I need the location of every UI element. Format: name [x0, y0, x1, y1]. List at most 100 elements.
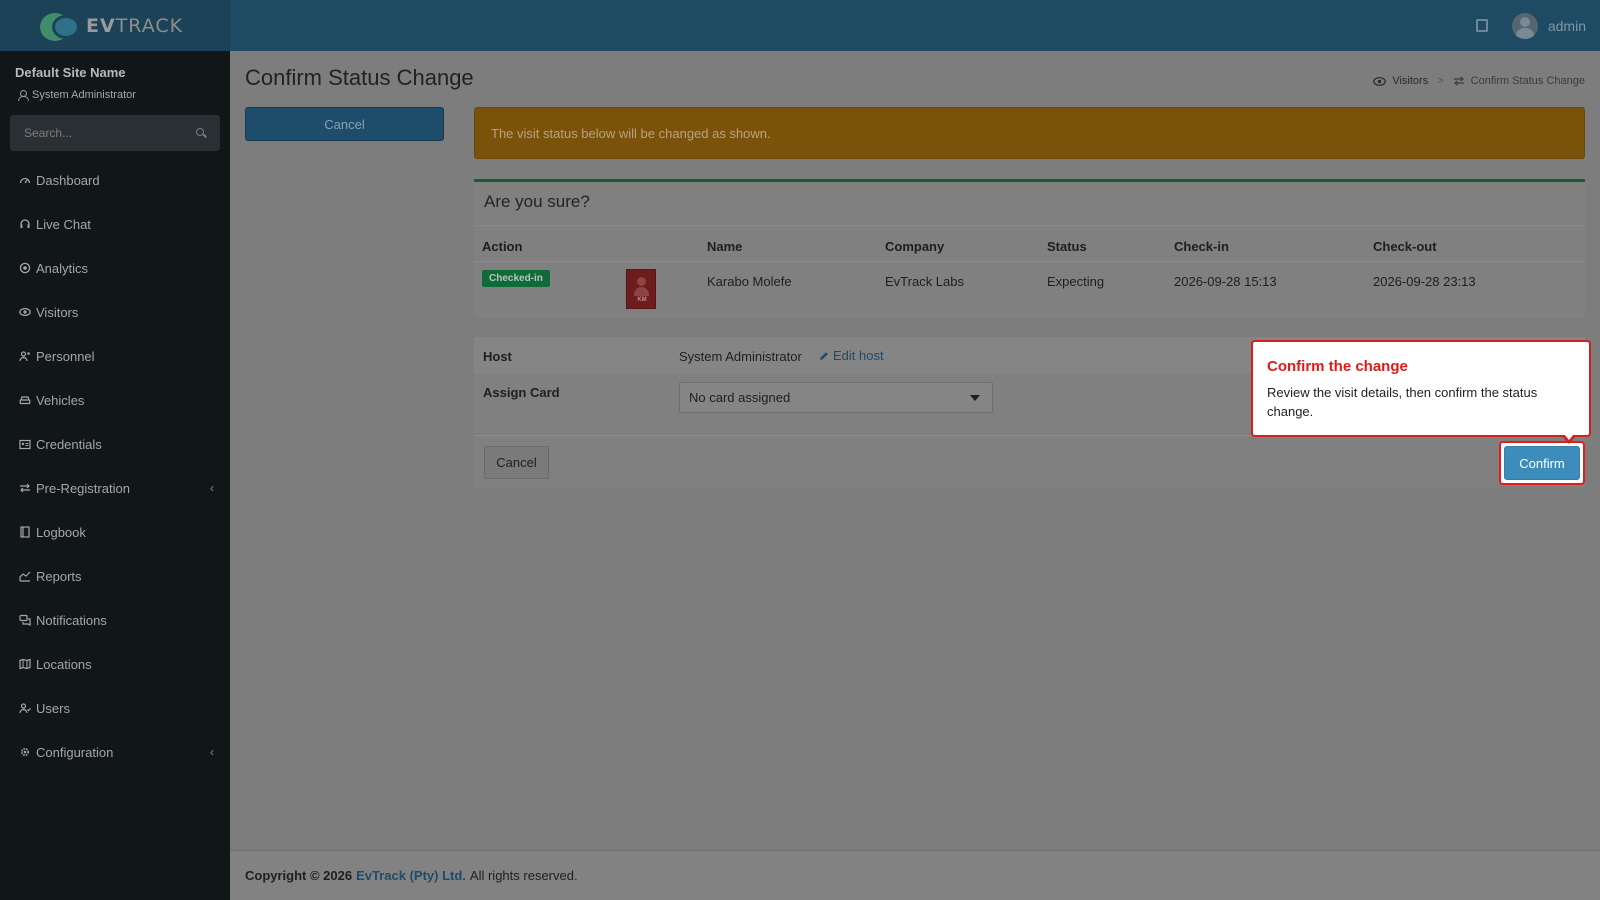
- site-name: Default Site Name: [15, 65, 126, 80]
- book-icon: [19, 526, 31, 538]
- breadcrumb-current: Confirm Status Change: [1470, 75, 1585, 87]
- confirm-highlight: Confirm: [1499, 441, 1585, 485]
- column-header-action: Action: [482, 239, 523, 254]
- sidebar-item-label: Notifications: [36, 612, 107, 628]
- column-header-status: Status: [1047, 239, 1087, 254]
- eye-icon: [19, 306, 31, 318]
- search-input[interactable]: [24, 126, 174, 140]
- breadcrumb-visitors-link[interactable]: Visitors: [1392, 75, 1428, 87]
- personnel-icon: [19, 350, 31, 362]
- check-in-time: 2026-09-28 15:13: [1174, 274, 1277, 289]
- sidebar-item-label: Visitors: [36, 304, 79, 320]
- visitor-photo: KM: [626, 269, 656, 309]
- tooltip-body: Review the visit details, then confirm t…: [1267, 385, 1538, 419]
- cancel-button-top[interactable]: Cancel: [245, 107, 444, 141]
- book-icon[interactable]: [1475, 19, 1488, 32]
- check-out-time: 2026-09-28 23:13: [1373, 274, 1476, 289]
- sidebar-item-configuration[interactable]: Configuration ‹: [0, 730, 230, 774]
- column-header-name: Name: [707, 239, 743, 254]
- user-role: System Administrator: [18, 89, 136, 101]
- sidebar-item-analytics[interactable]: Analytics: [0, 246, 230, 290]
- visitor-name: Karabo Molefe: [707, 274, 792, 289]
- sidebar-item-label: Users: [36, 700, 70, 716]
- sidebar-item-label: Logbook: [36, 524, 86, 540]
- host-value: System Administrator: [679, 349, 802, 364]
- warning-alert: The visit status below will be changed a…: [474, 107, 1585, 159]
- comments-icon: [19, 614, 31, 626]
- breadcrumb: Visitors > Confirm Status Change: [1373, 75, 1585, 87]
- caret-down-icon: [970, 395, 980, 401]
- sidebar-nav: Dashboard Live Chat Analytics Visitors Perso…: [0, 158, 230, 774]
- sidebar-item-notifications[interactable]: Notifications: [0, 598, 230, 642]
- search-icon[interactable]: [196, 128, 206, 138]
- user-icon: [18, 90, 29, 101]
- sidebar-item-logbook[interactable]: Logbook: [0, 510, 230, 554]
- pencil-icon: [820, 351, 828, 360]
- column-header-check-in: Check-in: [1174, 239, 1229, 254]
- id-card-icon: [19, 438, 31, 450]
- footer-copyright: Copyright © 2026: [245, 868, 353, 883]
- sidebar: Default Site Name System Administrator D…: [0, 51, 230, 900]
- sidebar-search: [10, 115, 220, 151]
- alert-text: The visit status below will be changed a…: [491, 125, 771, 141]
- sidebar-item-vehicles[interactable]: Vehicles: [0, 378, 230, 422]
- sidebar-item-pre-registration[interactable]: Pre-Registration ‹: [0, 466, 230, 510]
- avatar[interactable]: [1511, 12, 1538, 39]
- host-label: Host: [483, 349, 512, 364]
- confirm-button[interactable]: Confirm: [1504, 446, 1580, 480]
- sidebar-item-label: Live Chat: [36, 216, 91, 232]
- tooltip-title: Confirm the change: [1267, 358, 1408, 375]
- page-title: Confirm Status Change: [245, 65, 474, 90]
- sidebar-item-locations[interactable]: Locations: [0, 642, 230, 686]
- cancel-button[interactable]: Cancel: [484, 446, 549, 479]
- sidebar-item-credentials[interactable]: Credentials: [0, 422, 230, 466]
- chart-icon: [19, 570, 31, 582]
- footer-rights: All rights reserved.: [469, 868, 578, 883]
- assign-card-select[interactable]: No card assigned: [679, 382, 993, 413]
- chevron-left-icon: ‹: [210, 745, 214, 759]
- tooltip-arrow: [1562, 434, 1576, 444]
- sidebar-item-dashboard[interactable]: Dashboard: [0, 158, 230, 202]
- guide-tooltip: Confirm the change Review the visit deta…: [1251, 340, 1591, 444]
- target-icon: [19, 262, 31, 274]
- sidebar-item-label: Locations: [36, 656, 92, 672]
- sidebar-item-personnel[interactable]: Personnel: [0, 334, 230, 378]
- footer-company-link[interactable]: EvTrack (Pty) Ltd.: [356, 868, 466, 883]
- breadcrumb-separator: >: [1437, 75, 1444, 87]
- column-header-check-out: Check-out: [1373, 239, 1437, 254]
- sidebar-item-reports[interactable]: Reports: [0, 554, 230, 598]
- chevron-left-icon: ‹: [210, 481, 214, 495]
- user-menu-name[interactable]: admin: [1548, 18, 1586, 34]
- sidebar-item-users[interactable]: Users: [0, 686, 230, 730]
- visitor-status: Expecting: [1047, 274, 1105, 289]
- sidebar-item-label: Vehicles: [36, 392, 85, 408]
- status-badge: Checked-in: [482, 270, 550, 287]
- exchange-icon: [19, 482, 31, 494]
- column-header-company: Company: [885, 239, 945, 254]
- main-content: Confirm Status Change Visitors > Confirm…: [230, 51, 1600, 850]
- photo-initials: KM: [637, 297, 647, 303]
- logo-text: EVTRACK: [86, 14, 184, 37]
- box-title: Are you sure?: [484, 192, 590, 211]
- sidebar-item-label: Configuration: [36, 744, 114, 760]
- sidebar-item-label: Credentials: [36, 436, 102, 452]
- top-navbar: EVTRACK admin: [0, 0, 1600, 51]
- dashboard-icon: [19, 174, 31, 186]
- headset-icon: [19, 218, 31, 230]
- edit-host-link[interactable]: Edit host: [819, 348, 884, 363]
- visitor-company: EvTrack Labs: [885, 274, 964, 289]
- confirm-box: Are you sure? Action Name Company Status…: [474, 179, 1585, 318]
- sidebar-item-visitors[interactable]: Visitors: [0, 290, 230, 334]
- logo[interactable]: EVTRACK: [0, 0, 230, 51]
- gear-icon: [19, 746, 31, 758]
- assign-card-selected: No card assigned: [689, 390, 791, 405]
- sidebar-item-label: Analytics: [36, 260, 89, 276]
- assign-card-label: Assign Card: [483, 385, 560, 400]
- users-icon: [19, 702, 31, 714]
- sidebar-item-label: Dashboard: [36, 172, 100, 188]
- sidebar-item-label: Pre-Registration: [36, 480, 130, 496]
- actions-footer: Cancel Confirm: [474, 435, 1585, 488]
- sidebar-item-live-chat[interactable]: Live Chat: [0, 202, 230, 246]
- page-footer: Copyright © 2026 EvTrack (Pty) Ltd. All …: [230, 850, 1600, 900]
- sidebar-item-label: Personnel: [36, 348, 95, 364]
